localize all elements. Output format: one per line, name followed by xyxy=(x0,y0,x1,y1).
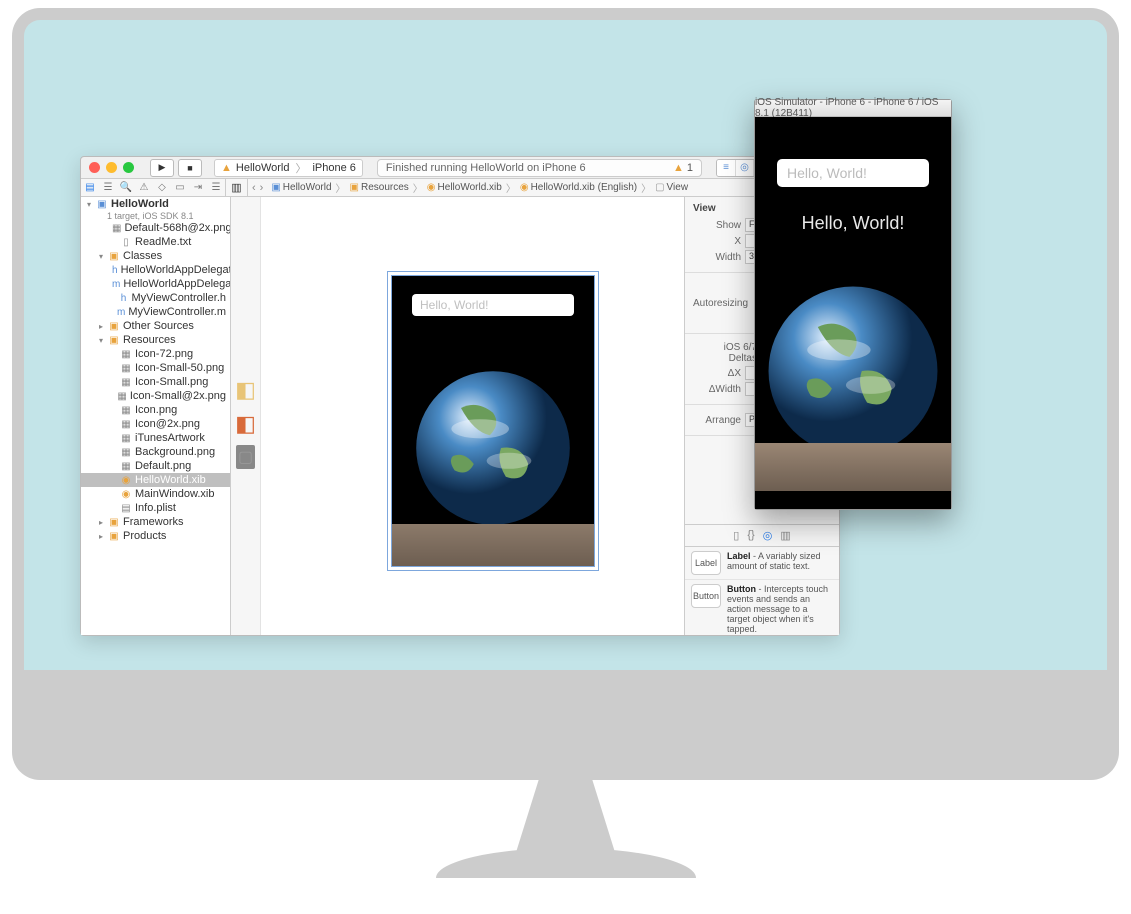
first-responder-icon[interactable]: ◧ xyxy=(235,411,256,437)
file-template-icon[interactable]: ▯ xyxy=(733,529,739,542)
history-forward[interactable]: › xyxy=(260,182,264,194)
tree-item[interactable]: ▦Icon-72.png xyxy=(81,347,230,361)
tree-item[interactable]: ▦Icon-Small@2x.png xyxy=(81,389,230,403)
simulator-screen[interactable]: Hello, World! Hello, World! xyxy=(755,117,951,509)
tree-item[interactable]: ▦Background.png xyxy=(81,445,230,459)
tree-item[interactable]: ▦iTunesArtwork xyxy=(81,431,230,445)
tree-item[interactable]: ▦Icon-Small-50.png xyxy=(81,361,230,375)
zoom-button[interactable] xyxy=(123,162,134,173)
scheme-destination: iPhone 6 xyxy=(312,162,355,174)
tree-item[interactable]: ▾▣Resources xyxy=(81,333,230,347)
xcode-titlebar: ▶ ■ ▲ HelloWorld 〉 iPhone 6 Finished run… xyxy=(81,157,839,179)
simulator-label: Hello, World! xyxy=(755,213,951,234)
files-owner-icon[interactable]: ◧ xyxy=(235,377,256,403)
scheme-selector[interactable]: ▲ HelloWorld 〉 iPhone 6 xyxy=(214,159,363,177)
navigator-selector[interactable]: ▤ ☰ 🔍 ⚠ ◇ ▭ ⇥ ☰ xyxy=(81,179,226,196)
simulator-title: iOS Simulator - iPhone 6 - iPhone 6 / iO… xyxy=(755,100,951,117)
simulator-moon-surface xyxy=(755,443,951,491)
symbol-navigator-icon[interactable]: ☰ xyxy=(99,179,117,196)
imac-frame: ▶ ■ ▲ HelloWorld 〉 iPhone 6 Finished run… xyxy=(0,0,1131,914)
minimize-button[interactable] xyxy=(106,162,117,173)
test-navigator-icon[interactable]: ◇ xyxy=(153,179,171,196)
warning-badge[interactable]: ▲ 1 xyxy=(673,162,693,174)
tree-item[interactable]: mHelloWorldAppDelegate.m xyxy=(81,277,230,291)
tree-item[interactable]: ▾▣Classes xyxy=(81,249,230,263)
view-selection-frame[interactable]: Hello, World! xyxy=(387,271,599,571)
find-navigator-icon[interactable]: 🔍 xyxy=(117,179,135,196)
library-tabs[interactable]: ▯ {} ◎ ▥ xyxy=(685,524,839,547)
library-item[interactable]: LabelLabel - A variably sized amount of … xyxy=(685,547,839,580)
tree-item[interactable]: hMyViewController.h xyxy=(81,291,230,305)
view-content[interactable]: Hello, World! xyxy=(391,275,595,567)
library-item[interactable]: ButtonButton - Intercepts touch events a… xyxy=(685,580,839,635)
project-subtitle: 1 target, iOS SDK 8.1 xyxy=(81,211,230,221)
imac-screen: ▶ ■ ▲ HelloWorld 〉 iPhone 6 Finished run… xyxy=(12,8,1119,678)
document-outline-strip[interactable]: ◧ ◧ ▢ xyxy=(231,197,261,635)
scheme-app: HelloWorld xyxy=(236,162,290,174)
tree-item[interactable]: ▦Default-568h@2x.png xyxy=(81,221,230,235)
project-root[interactable]: ▾ ▣ HelloWorld xyxy=(81,197,230,211)
tree-item[interactable]: ▦Icon-Small.png xyxy=(81,375,230,389)
history-back[interactable]: ‹ xyxy=(252,182,256,194)
interface-builder-editor: ◧ ◧ ▢ Hello, World! xyxy=(231,197,684,635)
report-navigator-icon[interactable]: ☰ xyxy=(207,179,225,196)
xcode-window: ▶ ■ ▲ HelloWorld 〉 iPhone 6 Finished run… xyxy=(80,156,840,636)
tree-item[interactable]: ▸▣Products xyxy=(81,529,230,543)
simulator-earth-image xyxy=(765,283,941,459)
close-button[interactable] xyxy=(89,162,100,173)
activity-status: Finished running HelloWorld on iPhone 6 … xyxy=(377,159,702,177)
earth-image xyxy=(413,368,573,528)
ib-canvas[interactable]: Hello, World! xyxy=(261,197,684,635)
project-navigator-icon[interactable]: ▤ xyxy=(81,179,99,196)
tab-strip: ▤ ☰ 🔍 ⚠ ◇ ▭ ⇥ ☰ ▥ ‹ › ▣HelloWorld〉 ▣Reso… xyxy=(81,179,839,197)
tree-item[interactable]: ◉HelloWorld.xib xyxy=(81,473,230,487)
stop-button[interactable]: ■ xyxy=(178,159,202,177)
code-snippet-icon[interactable]: {} xyxy=(747,529,754,542)
ios-simulator-window: iOS Simulator - iPhone 6 - iPhone 6 / iO… xyxy=(754,99,952,510)
tree-item[interactable]: ▤Info.plist xyxy=(81,501,230,515)
tree-item[interactable]: ▸▣Other Sources xyxy=(81,319,230,333)
textfield-placeholder[interactable]: Hello, World! xyxy=(412,294,574,316)
moon-surface xyxy=(392,524,594,566)
breakpoint-navigator-icon[interactable]: ⇥ xyxy=(189,179,207,196)
project-navigator[interactable]: ▾ ▣ HelloWorld 1 target, iOS SDK 8.1 ▦De… xyxy=(81,197,231,635)
imac-stand xyxy=(436,774,696,896)
tree-item[interactable]: ▸▣Frameworks xyxy=(81,515,230,529)
tree-item[interactable]: ▦Icon.png xyxy=(81,403,230,417)
simulator-textfield[interactable]: Hello, World! xyxy=(777,159,929,187)
outline-toggle[interactable]: ▥ xyxy=(226,179,248,196)
tree-item[interactable]: ▯ReadMe.txt xyxy=(81,235,230,249)
issue-navigator-icon[interactable]: ⚠ xyxy=(135,179,153,196)
media-library-icon[interactable]: ▥ xyxy=(780,529,790,542)
warning-icon: ▲ xyxy=(673,162,684,174)
run-button[interactable]: ▶ xyxy=(150,159,174,177)
view-icon[interactable]: ▢ xyxy=(236,445,255,469)
jump-bar[interactable]: ▣HelloWorld〉 ▣Resources〉 ◉HelloWorld.xib… xyxy=(267,179,766,196)
tree-item[interactable]: ◉MainWindow.xib xyxy=(81,487,230,501)
tree-item[interactable]: ▦Icon@2x.png xyxy=(81,417,230,431)
debug-navigator-icon[interactable]: ▭ xyxy=(171,179,189,196)
object-library[interactable]: LabelLabel - A variably sized amount of … xyxy=(685,547,839,635)
tree-item[interactable]: ▦Default.png xyxy=(81,459,230,473)
traffic-lights xyxy=(89,162,134,173)
object-library-icon[interactable]: ◎ xyxy=(763,529,773,542)
imac-chin xyxy=(12,670,1119,780)
tree-item[interactable]: hHelloWorldAppDelegate.h xyxy=(81,263,230,277)
tree-item[interactable]: mMyViewController.m xyxy=(81,305,230,319)
